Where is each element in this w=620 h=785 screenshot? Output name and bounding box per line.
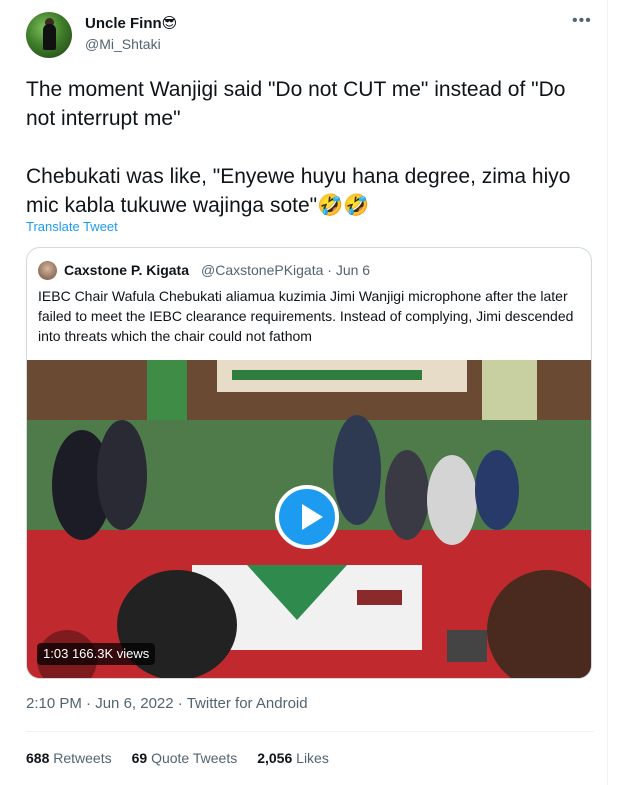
tweet-container: Uncle Finn😎 @Mi_Shtaki ••• The moment Wa… (0, 0, 608, 785)
tweet-text: The moment Wanjigi said "Do not CUT me" … (26, 78, 571, 217)
tweet-date[interactable]: Jun 6, 2022 (95, 695, 173, 712)
quote-author-name: Caxstone P. Kigata (64, 262, 190, 278)
quote-date: Jun 6 (335, 262, 371, 278)
avatar[interactable] (26, 12, 72, 58)
video-stats-badge: 1:03 166.3K views (37, 643, 156, 665)
quote-author-meta: @CaxstonePKigata · Jun 6 (201, 262, 370, 278)
quote-tweets-label: Quote Tweets (151, 750, 238, 766)
engagement-stats: 688 Retweets 69 Quote Tweets 2,056 Likes (26, 750, 329, 766)
quote-author-handle: @CaxstonePKigata (201, 262, 324, 278)
author-handle[interactable]: @Mi_Shtaki (85, 36, 161, 52)
video-views: 166.3K views (71, 646, 150, 661)
video-player[interactable]: 1:03 166.3K views (27, 360, 591, 678)
more-options-icon[interactable]: ••• (572, 12, 592, 30)
quote-tweet-card[interactable]: Caxstone P. Kigata @CaxstonePKigata · Ju… (26, 247, 592, 679)
video-duration: 1:03 (43, 646, 69, 661)
retweets-stat[interactable]: 688 Retweets (26, 750, 112, 766)
retweets-count: 688 (26, 750, 50, 766)
likes-stat[interactable]: 2,056 Likes (257, 750, 329, 766)
quote-separator: · (327, 262, 332, 278)
quote-tweets-stat[interactable]: 69 Quote Tweets (132, 750, 238, 766)
tweet-time[interactable]: 2:10 PM (26, 695, 82, 712)
quote-text: IEBC Chair Wafula Chebukati aliamua kuzi… (38, 288, 574, 344)
meta-separator: · (177, 695, 183, 712)
play-button[interactable] (275, 485, 339, 549)
author-display-name[interactable]: Uncle Finn😎 (85, 14, 177, 32)
meta-separator: · (86, 695, 92, 712)
retweets-label: Retweets (53, 750, 112, 766)
tweet-meta: 2:10 PM · Jun 6, 2022 · Twitter for Andr… (26, 695, 308, 712)
play-icon (302, 504, 323, 530)
translate-tweet-link[interactable]: Translate Tweet (26, 219, 118, 234)
likes-label: Likes (296, 750, 329, 766)
divider (26, 731, 594, 732)
quote-tweets-count: 69 (131, 750, 148, 766)
quote-avatar (38, 261, 57, 280)
tweet-source[interactable]: Twitter for Android (187, 695, 308, 712)
likes-count: 2,056 (257, 750, 293, 766)
